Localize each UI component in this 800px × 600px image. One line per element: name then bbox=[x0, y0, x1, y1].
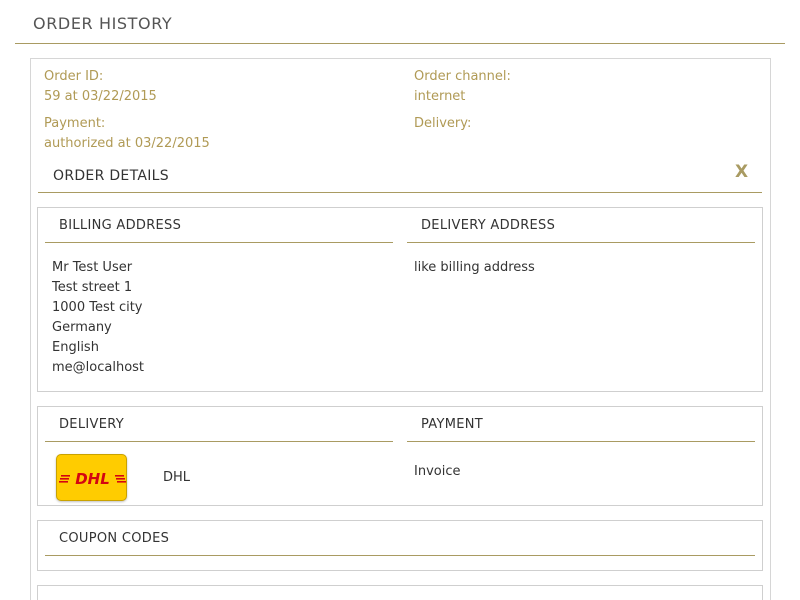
order-items-panel bbox=[37, 585, 763, 600]
payment-label: Payment: bbox=[44, 116, 106, 131]
payment-method: Invoice bbox=[414, 464, 461, 479]
payment-value: authorized at 03/22/2015 bbox=[44, 136, 210, 151]
delivery-title: DELIVERY bbox=[59, 417, 124, 432]
order-id-value: 59 at 03/22/2015 bbox=[44, 89, 157, 104]
delivery-label: Delivery: bbox=[414, 116, 472, 131]
billing-name: Mr Test User bbox=[52, 260, 133, 275]
order-details-title: ORDER DETAILS bbox=[53, 168, 169, 184]
order-id-label: Order ID: bbox=[44, 69, 104, 84]
delivery-address-title: DELIVERY ADDRESS bbox=[421, 218, 556, 233]
billing-address-divider bbox=[45, 242, 393, 243]
page-title: ORDER HISTORY bbox=[33, 14, 173, 33]
order-details-divider bbox=[38, 192, 762, 193]
dhl-logo-icon: DHL bbox=[56, 454, 127, 501]
billing-language: English bbox=[52, 340, 99, 355]
delivery-address-text: like billing address bbox=[414, 260, 535, 275]
payment-title: PAYMENT bbox=[421, 417, 484, 432]
billing-city: 1000 Test city bbox=[52, 300, 143, 315]
coupon-codes-title: COUPON CODES bbox=[59, 531, 170, 546]
delivery-carrier-name: DHL bbox=[163, 470, 191, 485]
order-channel-label: Order channel: bbox=[414, 69, 511, 84]
billing-email: me@localhost bbox=[52, 360, 145, 375]
address-panel bbox=[37, 207, 763, 392]
order-history-page: ORDER HISTORY Order ID: 59 at 03/22/2015… bbox=[0, 0, 800, 600]
billing-address-title: BILLING ADDRESS bbox=[59, 218, 182, 233]
order-channel-value: internet bbox=[414, 89, 466, 104]
delivery-address-divider bbox=[407, 242, 755, 243]
delivery-payment-panel bbox=[37, 406, 763, 506]
svg-text:DHL: DHL bbox=[75, 470, 110, 488]
title-divider bbox=[15, 43, 785, 44]
payment-divider bbox=[407, 441, 755, 442]
delivery-divider bbox=[45, 441, 393, 442]
billing-street: Test street 1 bbox=[52, 280, 133, 295]
coupon-divider bbox=[45, 555, 755, 556]
billing-country: Germany bbox=[52, 320, 112, 335]
close-icon[interactable]: X bbox=[735, 162, 748, 182]
